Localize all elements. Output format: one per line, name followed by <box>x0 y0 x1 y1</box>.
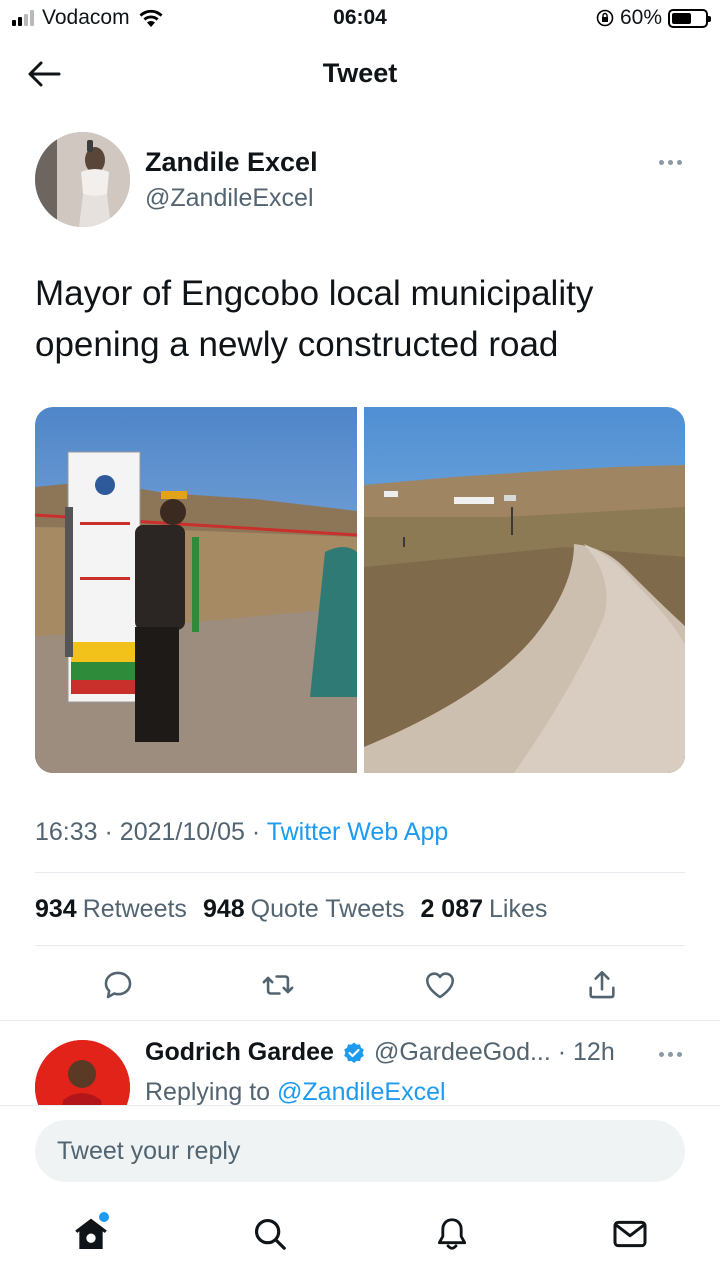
like-button[interactable] <box>418 963 462 1007</box>
author-handle[interactable]: @ZandileExcel <box>145 184 314 213</box>
tweet-source-link[interactable]: Twitter Web App <box>267 818 449 846</box>
likes-stat[interactable]: 2 087 Likes <box>420 895 547 924</box>
quote-tweets-stat[interactable]: 948 Quote Tweets <box>203 895 405 924</box>
author-avatar[interactable] <box>35 132 130 227</box>
retweet-button[interactable] <box>256 963 300 1007</box>
retweet-icon <box>262 975 294 995</box>
app-header: Tweet <box>0 42 720 106</box>
reply-input[interactable] <box>35 1120 685 1182</box>
tab-notifications[interactable] <box>428 1210 476 1258</box>
reply-more-options-button[interactable] <box>655 1044 685 1064</box>
tweet-meta: 16:33 · 2021/10/05 · Twitter Web App <box>35 818 448 847</box>
battery-icon <box>668 8 711 28</box>
likes-label: Likes <box>489 895 548 923</box>
author-name[interactable]: Zandile Excel <box>145 147 318 178</box>
meta-separator: · <box>550 1038 574 1066</box>
replying-prefix: Replying to <box>145 1078 271 1106</box>
quote-tweets-label: Quote Tweets <box>250 895 405 923</box>
orientation-lock-icon <box>596 9 614 27</box>
tweet-text: Mayor of Engcobo local municipality open… <box>35 274 594 364</box>
tab-messages[interactable] <box>606 1210 654 1258</box>
retweets-count: 934 <box>35 895 77 923</box>
tweet-time: 16:33 <box>35 818 98 846</box>
likes-count: 2 087 <box>420 895 484 923</box>
tweet-photo-road[interactable] <box>363 407 685 773</box>
reply-button[interactable] <box>96 963 140 1007</box>
divider <box>0 1020 720 1021</box>
comment-icon <box>104 971 132 999</box>
tab-home[interactable] <box>67 1210 115 1258</box>
reply-age: 12h <box>573 1038 615 1066</box>
reply-author-name[interactable]: Godrich Gardee <box>145 1038 334 1067</box>
tweet-stats: 934 Retweets 948 Quote Tweets 2 087 Likes <box>35 895 547 924</box>
mail-icon <box>613 1220 647 1248</box>
replying-to: Replying to @ZandileExcel <box>145 1078 446 1107</box>
heart-icon <box>425 972 455 999</box>
verified-badge-icon <box>342 1041 366 1065</box>
tweet-actions <box>0 963 720 1007</box>
status-bar: Vodacom 06:04 60% <box>0 0 720 36</box>
retweets-label: Retweets <box>82 895 187 923</box>
tweet-photo-ceremony[interactable] <box>35 407 357 773</box>
bell-icon <box>437 1218 467 1250</box>
replying-to-mention[interactable]: @ZandileExcel <box>277 1078 446 1106</box>
meta-separator: · <box>104 818 120 846</box>
reply-header: Godrich Gardee @GardeeGod... · 12h <box>145 1038 615 1067</box>
bottom-tab-bar <box>0 1210 720 1266</box>
tweet-date: 2021/10/05 <box>119 818 245 846</box>
divider <box>35 945 685 946</box>
battery-percent: 60% <box>619 6 662 29</box>
reply-author-handle[interactable]: @GardeeGod... <box>374 1038 551 1067</box>
divider <box>35 872 685 873</box>
share-button[interactable] <box>580 963 624 1007</box>
page-title: Tweet <box>322 58 398 88</box>
meta-separator: · <box>251 818 267 846</box>
retweets-stat[interactable]: 934 Retweets <box>35 895 187 924</box>
search-icon <box>254 1218 286 1250</box>
share-icon <box>589 970 615 999</box>
more-options-button[interactable] <box>655 152 685 172</box>
notification-dot <box>99 1212 109 1222</box>
tweet-media <box>35 407 685 773</box>
quote-tweets-count: 948 <box>202 895 245 923</box>
tab-search[interactable] <box>246 1210 294 1258</box>
